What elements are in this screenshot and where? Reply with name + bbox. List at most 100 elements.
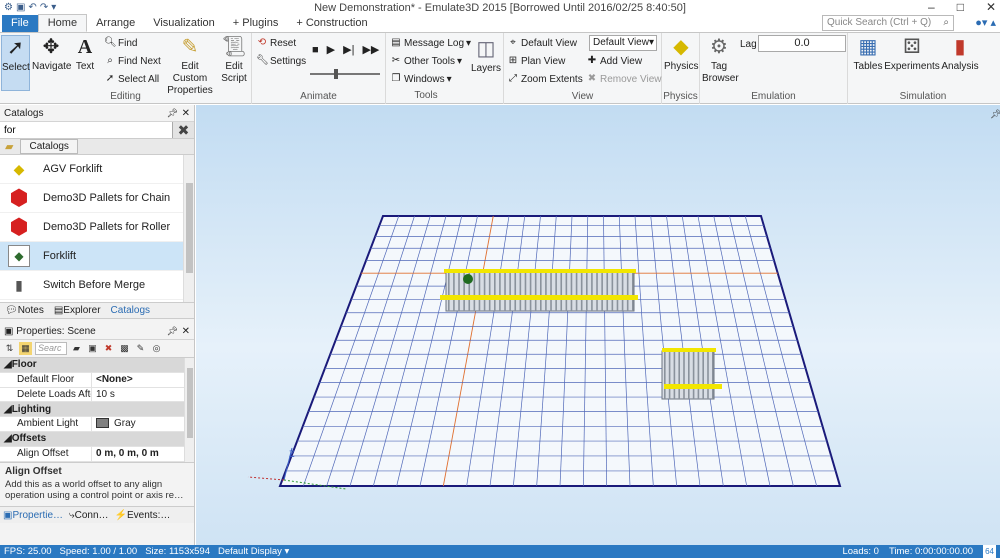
catalog-item-switch-before-merge[interactable]: ▮ Switch Before Merge <box>0 271 194 300</box>
scene-canvas[interactable]: Z 📌︎ <box>196 105 1000 545</box>
image-icon[interactable]: ▩ <box>118 342 131 355</box>
stop-icon[interactable]: ■ <box>312 44 319 56</box>
remove-view-button[interactable]: ✖ Remove View <box>586 73 662 85</box>
plan-view-button[interactable]: ⊞ Plan View <box>507 55 566 67</box>
property-category-floor[interactable]: ◢ Floor <box>0 358 194 373</box>
tab-plugins[interactable]: + Plugins <box>224 15 288 32</box>
text-button[interactable]: A Text <box>72 35 98 73</box>
qat-dropdown-icon[interactable]: ▾ <box>51 2 56 13</box>
find-button[interactable]: 🔍︎ Find <box>104 37 137 49</box>
tab-explorer[interactable]: ▤Explorer <box>51 305 104 316</box>
quick-search-input[interactable]: Quick Search (Ctrl + Q) ⌕ <box>822 15 954 31</box>
tab-visualization[interactable]: Visualization <box>144 15 224 32</box>
add-view-button[interactable]: ✚ Add View <box>586 55 642 67</box>
minimize-icon[interactable]: – <box>928 0 935 14</box>
edit-script-button[interactable]: 📜︎ Edit Script <box>218 35 250 85</box>
sort-icon[interactable]: ⇅ <box>3 342 16 355</box>
property-row-align-offset[interactable]: Align Offset 0 m, 0 m, 0 m <box>0 446 194 462</box>
tab-connections[interactable]: ⤷Conn… <box>69 510 109 521</box>
property-row-default-floor[interactable]: Default Floor <None> <box>0 372 194 388</box>
tab-catalogs-bottom[interactable]: Catalogs <box>108 305 153 316</box>
select-button[interactable]: ➚ Select <box>1 35 30 91</box>
redo-icon[interactable]: ↷ <box>40 2 48 13</box>
viewport-pin-icon[interactable]: 📌︎ <box>990 109 1000 119</box>
property-value[interactable]: 0 m, 0 m, 0 m <box>92 447 194 461</box>
property-category-lighting[interactable]: ◢ Lighting <box>0 402 194 418</box>
catalog-item-forklift[interactable]: ◆ Forklift <box>0 242 194 271</box>
catalog-search-input[interactable] <box>0 122 172 138</box>
tab-notes[interactable]: 💬︎Notes <box>2 305 47 316</box>
property-value[interactable]: <None> <box>92 373 194 387</box>
save-icon[interactable]: ▣ <box>86 342 99 355</box>
pin-icon[interactable]: 📌︎ <box>167 105 178 122</box>
tab-construction[interactable]: + Construction <box>287 15 376 32</box>
scene-viewport[interactable]: Z 📌︎ <box>196 105 1000 545</box>
lag-input[interactable]: 0.0 <box>758 35 846 52</box>
clear-search-icon[interactable]: ✖ <box>172 122 194 138</box>
message-log-button[interactable]: ▤ Message Log ▾ <box>390 37 471 49</box>
forklift-marker-icon[interactable] <box>463 274 473 284</box>
speed-slider[interactable] <box>310 69 380 79</box>
property-category-offsets[interactable]: ◢ Offsets <box>0 431 194 447</box>
navigate-button[interactable]: ✥ Navigate <box>32 35 71 73</box>
default-view-button[interactable]: ⌖ Default View <box>507 37 577 49</box>
conveyor-group-small[interactable] <box>661 348 722 400</box>
select-all-button[interactable]: ➚ Select All <box>104 73 159 85</box>
play-icon[interactable]: ▶ <box>327 43 335 56</box>
categorize-icon[interactable]: ▦ <box>19 342 32 355</box>
physics-button[interactable]: ◆ Physics <box>664 35 698 73</box>
experiments-button[interactable]: ⚄ Experiments <box>884 35 940 73</box>
pin-icon[interactable]: 📌︎ <box>167 323 178 340</box>
property-row-delete-loads[interactable]: Delete Loads Afte 10 s <box>0 387 194 403</box>
catalog-item-pallets-chain[interactable]: ⬢ Demo3D Pallets for Chain <box>0 184 194 213</box>
conveyor-group-large[interactable] <box>440 269 638 312</box>
folder-icon[interactable]: ▰ <box>70 342 83 355</box>
properties-search-input[interactable]: Searc <box>35 342 67 355</box>
catalog-item-agv-forklift[interactable]: ◆ AGV Forklift <box>0 155 194 184</box>
roller <box>514 271 517 311</box>
catalog-scrollbar[interactable] <box>183 155 194 302</box>
close-panel-icon[interactable]: ✕ <box>182 105 190 122</box>
edit-custom-properties-button[interactable]: ✎ Edit Custom Properties <box>163 35 217 97</box>
save-icon[interactable]: ▣ <box>16 2 25 13</box>
tab-properties[interactable]: ▣Propertie… <box>3 510 63 521</box>
reset-button[interactable]: ⟲ Reset <box>256 37 296 49</box>
tab-file[interactable]: File <box>2 15 38 32</box>
help-icon[interactable]: ●▾ ▴ <box>975 16 996 29</box>
property-value[interactable]: Gray <box>92 417 194 431</box>
display-dropdown[interactable]: Default Display ▾ <box>218 545 289 558</box>
step-icon[interactable]: ▶| <box>343 43 354 56</box>
globe-icon[interactable]: ◎ <box>150 342 163 355</box>
edit-icon[interactable]: ✎ <box>134 342 147 355</box>
close-icon[interactable]: ✕ <box>986 0 996 14</box>
tab-events[interactable]: ⚡Events:… <box>115 510 171 521</box>
windows-button[interactable]: ❐ Windows ▾ <box>390 73 452 85</box>
other-tools-button[interactable]: ✂ Other Tools ▾ <box>390 55 462 67</box>
tab-arrange[interactable]: Arrange <box>87 15 144 32</box>
tag-browser-button[interactable]: ⚙ Tag Browser <box>702 35 739 85</box>
zoom-extents-button[interactable]: ⤢ Zoom Extents <box>507 73 583 85</box>
property-value[interactable]: 10 s <box>92 388 194 402</box>
tables-button[interactable]: ▦ Tables <box>851 35 885 73</box>
analysis-button[interactable]: ▮ Analysis <box>940 35 980 73</box>
catalog-folder-icon[interactable]: ▰ <box>0 140 18 153</box>
view-select-dropdown[interactable]: Default View ▾ <box>589 35 657 51</box>
tab-home[interactable]: Home <box>37 14 88 32</box>
layers-button[interactable]: ◫ Layers <box>470 37 502 75</box>
close-panel-icon[interactable]: ✕ <box>182 323 190 340</box>
delete-icon[interactable]: ✖ <box>102 342 115 355</box>
scrollbar-thumb[interactable] <box>187 368 193 438</box>
scrollbar-thumb[interactable] <box>186 183 193 273</box>
find-next-button[interactable]: ⌕ Find Next <box>104 55 161 67</box>
speed-slider-thumb[interactable] <box>334 69 338 79</box>
catalog-item-pallets-roller[interactable]: ⬢ Demo3D Pallets for Roller <box>0 213 194 242</box>
undo-icon[interactable]: ↶ <box>28 2 36 13</box>
app-gear-icon[interactable]: ⚙ <box>4 2 13 13</box>
maximize-icon[interactable]: □ <box>957 0 964 14</box>
property-row-ambient-light[interactable]: Ambient Light Gray <box>0 417 194 432</box>
roller <box>586 271 588 311</box>
settings-button[interactable]: 🔧︎ Settings <box>256 55 306 67</box>
tab-catalogs[interactable]: Catalogs <box>20 139 78 154</box>
property-scrollbar[interactable] <box>184 358 194 462</box>
fast-forward-icon[interactable]: ▶▶ <box>362 43 379 56</box>
